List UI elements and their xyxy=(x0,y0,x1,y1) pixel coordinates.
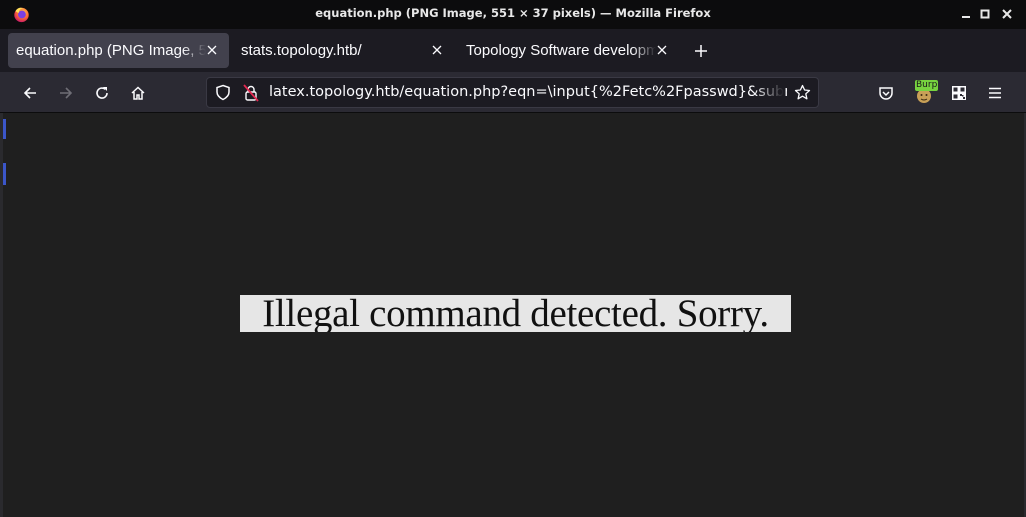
tab-label: stats.topology.htb/ xyxy=(241,42,362,59)
tab-stats-topology[interactable]: stats.topology.htb/ xyxy=(233,33,454,68)
rendered-png-image[interactable]: Illegal command detected. Sorry. xyxy=(240,295,791,332)
page-content: Illegal command detected. Sorry. xyxy=(0,113,1026,517)
tracking-protection-shield-icon[interactable] xyxy=(215,84,231,105)
window-titlebar: equation.php (PNG Image, 551 × 37 pixels… xyxy=(0,0,1026,29)
hamburger-menu-icon[interactable] xyxy=(983,81,1007,105)
tab-label: equation.php (PNG Image, 551 × 37 pixels… xyxy=(16,42,206,59)
back-arrow-icon[interactable] xyxy=(18,81,42,105)
left-edge-accent xyxy=(3,119,6,139)
tab-close-icon[interactable] xyxy=(204,42,220,58)
close-icon[interactable] xyxy=(998,5,1016,23)
new-tab-plus-icon[interactable] xyxy=(690,40,712,62)
burp-badge: Burp xyxy=(915,80,939,91)
tab-label: Topology Software development xyxy=(466,42,656,59)
star-icon[interactable] xyxy=(794,84,811,105)
tab-close-icon[interactable] xyxy=(429,42,445,58)
left-edge-accent xyxy=(3,163,6,185)
maximize-icon[interactable] xyxy=(976,5,994,23)
tab-equation-png[interactable]: equation.php (PNG Image, 551 × 37 pixels… xyxy=(8,33,229,68)
navigation-toolbar: latex.topology.htb/equation.php?eqn=\inp… xyxy=(0,72,1026,113)
pocket-icon[interactable] xyxy=(874,81,898,105)
reload-icon[interactable] xyxy=(90,81,114,105)
minimize-icon[interactable] xyxy=(957,5,975,23)
forward-arrow-icon[interactable] xyxy=(54,81,78,105)
insecure-lock-icon[interactable] xyxy=(243,84,259,106)
url-text[interactable]: latex.topology.htb/equation.php?eqn=\inp… xyxy=(269,84,787,100)
url-bar[interactable]: latex.topology.htb/equation.php?eqn=\inp… xyxy=(206,77,819,108)
tab-close-icon[interactable] xyxy=(654,42,670,58)
burp-extension-icon[interactable]: Burp xyxy=(911,80,939,105)
image-text: Illegal command detected. Sorry. xyxy=(262,295,769,332)
tab-strip: equation.php (PNG Image, 551 × 37 pixels… xyxy=(0,29,1026,72)
window-title: equation.php (PNG Image, 551 × 37 pixels… xyxy=(315,6,711,20)
qr-code-icon[interactable] xyxy=(947,81,971,105)
tab-topology-software[interactable]: Topology Software development xyxy=(458,33,679,68)
home-icon[interactable] xyxy=(126,81,150,105)
